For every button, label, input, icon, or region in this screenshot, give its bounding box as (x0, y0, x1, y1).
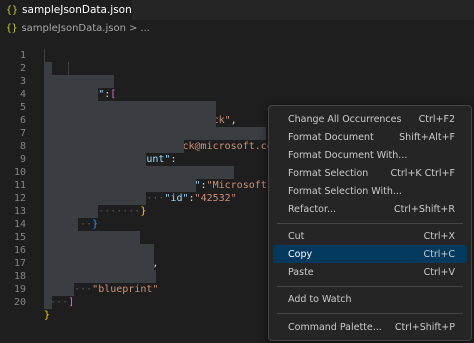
breadcrumb-file[interactable]: sampleJsonData.json (21, 23, 125, 34)
menu-separator (277, 313, 463, 314)
selection-highlight (44, 296, 52, 309)
menu-item-shortcut: Shift+Alt+F (399, 131, 455, 143)
code-text: } (44, 310, 51, 321)
code-line: 1 { (0, 36, 474, 87)
menu-item-label: Cut (288, 230, 305, 242)
code-line: 4 ············"First_Name":"Jack", (0, 75, 474, 126)
menu-item-command-palette[interactable]: Command Palette... Ctrl+Shift+P (273, 318, 467, 336)
menu-item-label: Command Palette... (288, 321, 382, 333)
menu-item-shortcut: Ctrl+Shift+P (394, 321, 455, 333)
menu-item-label: Format Document (288, 131, 374, 143)
code-line: 3 ········{ (0, 62, 474, 113)
menu-item-shortcut: Ctrl+X (423, 230, 455, 242)
tab-bar: {} sampleJsonData.json (0, 0, 474, 20)
menu-item-label: Format Selection (288, 167, 369, 179)
menu-item-label: Refactor... (288, 203, 337, 215)
menu-item-label: Copy (288, 248, 313, 260)
line-number: 20 (13, 297, 26, 308)
json-file-icon: {} (6, 22, 18, 34)
editor-tab[interactable]: {} sampleJsonData.json (0, 0, 132, 20)
menu-item-format-selection-with[interactable]: Format Selection With... (273, 182, 467, 200)
tab-title: sampleJsonData.json (22, 4, 132, 16)
menu-separator (277, 223, 463, 224)
menu-item-shortcut: Ctrl+C (423, 248, 456, 260)
menu-item-label: Format Document With... (288, 149, 408, 161)
menu-separator (277, 286, 463, 287)
code-line: 2 ····"data":[ (0, 49, 474, 100)
menu-item-format-document-with[interactable]: Format Document With... (273, 146, 467, 164)
json-file-icon: {} (6, 4, 19, 16)
code-line: 5 ············"Last_Name":"Smith", (0, 88, 474, 139)
breadcrumb: {} sampleJsonData.json > ... (0, 20, 474, 36)
menu-item-label: Format Selection With... (288, 185, 402, 197)
menu-item-refactor[interactable]: Refactor... Ctrl+Shift+R (273, 200, 467, 218)
chevron-right-icon: > (128, 22, 138, 34)
menu-item-add-to-watch[interactable]: Add to Watch (273, 290, 467, 308)
menu-item-shortcut: Ctrl+K Ctrl+F (390, 167, 455, 179)
menu-item-change-all-occurrences[interactable]: Change All Occurrences Ctrl+F2 (273, 110, 467, 128)
menu-item-shortcut: Ctrl+V (423, 266, 455, 278)
menu-item-label: Change All Occurrences (288, 113, 402, 125)
menu-item-paste[interactable]: Paste Ctrl+V (273, 263, 467, 281)
menu-item-format-document[interactable]: Format Document Shift+Alt+F (273, 128, 467, 146)
menu-item-cut[interactable]: Cut Ctrl+X (273, 227, 467, 245)
menu-item-format-selection[interactable]: Format Selection Ctrl+K Ctrl+F (273, 164, 467, 182)
menu-item-label: Add to Watch (288, 293, 352, 305)
breadcrumb-more[interactable]: ... (140, 23, 150, 34)
context-menu: Change All Occurrences Ctrl+F2 Format Do… (268, 105, 472, 341)
menu-item-shortcut: Ctrl+F2 (418, 113, 455, 125)
menu-item-label: Paste (288, 266, 314, 278)
menu-item-copy[interactable]: Copy Ctrl+C (273, 245, 467, 263)
menu-item-shortcut: Ctrl+Shift+R (393, 203, 455, 215)
